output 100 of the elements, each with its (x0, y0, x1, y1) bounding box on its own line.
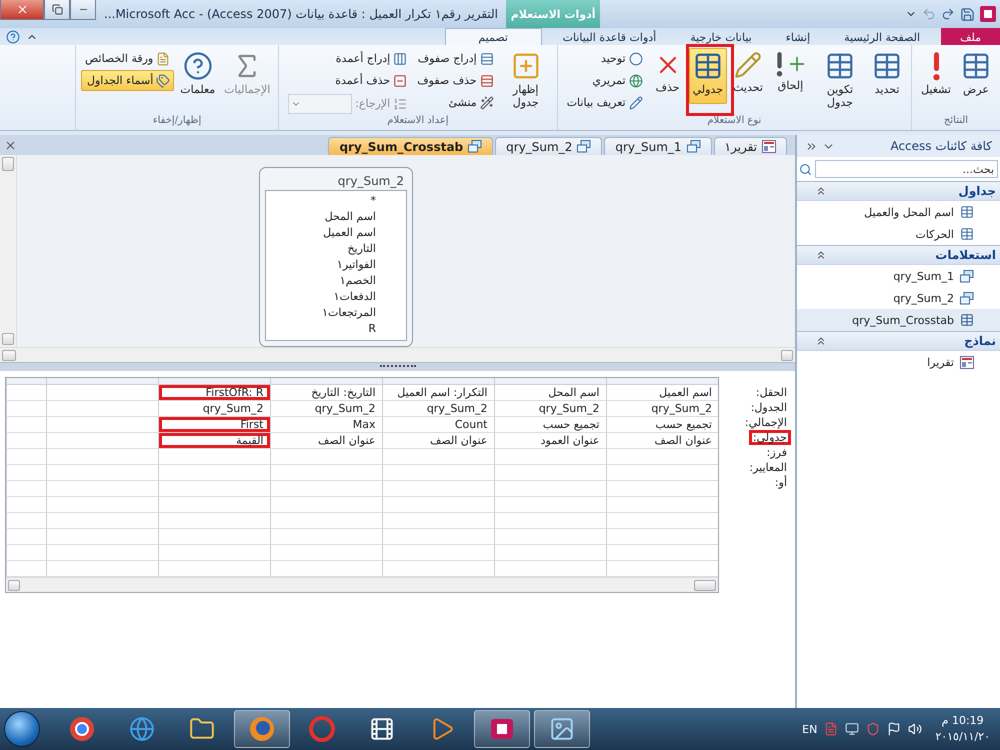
insert-rows-icon (480, 52, 494, 66)
grid-cell[interactable]: qry_Sum_2 (494, 400, 606, 416)
table-icon (960, 313, 974, 327)
grid-cell[interactable]: عنوان الصف (270, 432, 382, 448)
ribbon-button[interactable]: أسماء الجداول (81, 70, 174, 91)
nav-item[interactable]: اسم المحل والعميل (797, 201, 1000, 223)
nav-item[interactable]: تقريرا (797, 351, 1000, 373)
minimize-button[interactable] (70, 0, 96, 20)
document-tab[interactable]: qry_Sum_1 (604, 137, 712, 155)
group-label: إظهار/إخفاء (152, 115, 202, 128)
query-icon (468, 140, 482, 153)
ribbon-button[interactable]: إدراج أعمدة (284, 48, 412, 69)
ribbon-button[interactable]: ورقة الخصائص (81, 48, 174, 69)
grid-cell[interactable]: FirstOfR: R (158, 384, 270, 400)
grid-cell[interactable]: تجميع حسب (494, 416, 606, 432)
ribbon-button[interactable]: معلمات (176, 48, 220, 104)
globe-icon (129, 716, 155, 742)
field-name[interactable]: الدفعات١ (266, 289, 406, 305)
query-icon (960, 270, 974, 282)
nav-group-header[interactable]: نماذج (797, 331, 1000, 351)
nav-item[interactable]: qry_Sum_Crosstab (797, 309, 1000, 331)
ribbon-button[interactable]: تمريري (562, 70, 647, 91)
nav-group-header[interactable]: جداول (797, 181, 1000, 201)
table-icon (960, 205, 974, 219)
undo-icon (922, 7, 936, 21)
nav-item[interactable]: الحركات (797, 223, 1000, 245)
grid-cell[interactable]: عنوان العمود (494, 432, 606, 448)
ribbon-button[interactable]: إظهار جدول (500, 48, 552, 112)
taskbar-app[interactable] (534, 710, 590, 748)
close-button[interactable] (4, 138, 17, 152)
vertical-scrollbar[interactable] (0, 155, 17, 347)
start-button[interactable] (4, 711, 40, 747)
grid-cell[interactable]: qry_Sum_2 (158, 400, 270, 416)
language-indicator[interactable]: EN (802, 722, 818, 736)
grid-cell[interactable]: qry_Sum_2 (270, 400, 382, 416)
ribbon-tab[interactable]: الصفحة الرئيسية (831, 28, 934, 45)
ribbon-button[interactable]: تكوين جدول (814, 48, 866, 112)
horizontal-scrollbar[interactable] (0, 347, 795, 362)
query-icon (686, 140, 701, 153)
close-button[interactable] (0, 0, 44, 20)
search-field[interactable]: بحث... (815, 160, 998, 178)
grid-cell[interactable]: اسم المحل (494, 384, 606, 400)
grid-cell[interactable]: عنوان الصف (382, 432, 494, 448)
grid-cell[interactable]: qry_Sum_2 (606, 400, 718, 416)
horizontal-scrollbar[interactable] (6, 577, 718, 592)
property-sheet-icon (156, 52, 170, 66)
taskbar-app[interactable] (474, 710, 530, 748)
field-name[interactable]: الخصم١ (266, 273, 406, 289)
group-label: إعداد الاستعلام (386, 115, 450, 128)
window-title: التقرير رقم١ تكرار العميل : قاعدة بيانات (Access 2007) - Microsoft Acc... (103, 6, 500, 23)
ribbon-tab[interactable]: ملف (941, 28, 1000, 45)
grid-cell[interactable]: التاريخ: التاريخ (270, 384, 382, 400)
grid-cell[interactable]: Count (382, 416, 494, 432)
ribbon-button[interactable]: تشغيل (917, 48, 955, 104)
ribbon-tab[interactable]: بيانات خارجية (677, 28, 765, 45)
grid-cell[interactable]: عنوان الصف (606, 432, 718, 448)
ribbon-button[interactable]: حذف أعمدة (284, 70, 412, 91)
ribbon-button[interactable]: تحديث (729, 48, 767, 104)
grid-cell[interactable]: First (158, 416, 270, 432)
insert-columns-icon (393, 52, 408, 66)
field-name[interactable]: المرتجعات١ (266, 305, 406, 321)
nav-item[interactable]: qry_Sum_1 (797, 265, 1000, 287)
close-icon (16, 3, 28, 16)
field-name[interactable]: اسم المحل (266, 209, 406, 225)
grid-cell[interactable]: تجميع حسب (606, 416, 718, 432)
ribbon-tab[interactable]: أدوات قاعدة البيانات (550, 28, 670, 45)
nav-group-header[interactable]: استعلامات (797, 245, 1000, 265)
document-tab[interactable]: qry_Sum_Crosstab (328, 137, 494, 155)
table-add-icon (510, 51, 541, 81)
ribbon-button[interactable]: حذف (648, 48, 687, 104)
ribbon-button[interactable]: تعريف بيانات (562, 92, 647, 113)
ribbon-button[interactable]: حذف صفوف (413, 70, 498, 91)
ribbon-tab[interactable]: إنشاء (772, 28, 824, 45)
field-name[interactable]: * (266, 193, 406, 209)
grid-cell[interactable]: التكرار: اسم العميل (382, 384, 494, 400)
grid-cell[interactable]: اسم العميل (606, 384, 718, 400)
grid-cell[interactable]: Max (270, 416, 382, 432)
ribbon-button[interactable]: جدولي (688, 48, 727, 104)
union-icon (628, 52, 643, 66)
ribbon-tab[interactable]: تصميم (444, 28, 542, 45)
restore-button[interactable] (44, 0, 70, 20)
document-tab[interactable]: qry_Sum_2 (495, 137, 602, 155)
field-name[interactable]: R (266, 321, 406, 337)
ribbon-button[interactable]: إلحاق (769, 48, 812, 104)
grid-cell[interactable]: qry_Sum_2 (382, 400, 494, 416)
nav-item[interactable]: qry_Sum_2 (797, 287, 1000, 309)
ribbon-button[interactable]: إدراج صفوف (413, 48, 498, 69)
grid-cell[interactable]: القيمة (158, 432, 270, 448)
speaker-icon (908, 722, 922, 736)
ribbon-button[interactable]: تحديد (868, 48, 906, 104)
ribbon-button[interactable]: عرض (957, 48, 995, 104)
ribbon-button[interactable]: توحيد (562, 48, 647, 69)
field-name[interactable]: التاريخ (266, 241, 406, 257)
document-icon (824, 722, 838, 736)
delete-rows-icon (480, 74, 494, 88)
app-logo-icon (489, 716, 515, 742)
ribbon-button[interactable]: منشئ (413, 92, 498, 113)
field-name[interactable]: الفواتير١ (266, 257, 406, 273)
field-name[interactable]: اسم العميل (266, 225, 406, 241)
document-tab[interactable]: تقرير١ (714, 137, 787, 155)
